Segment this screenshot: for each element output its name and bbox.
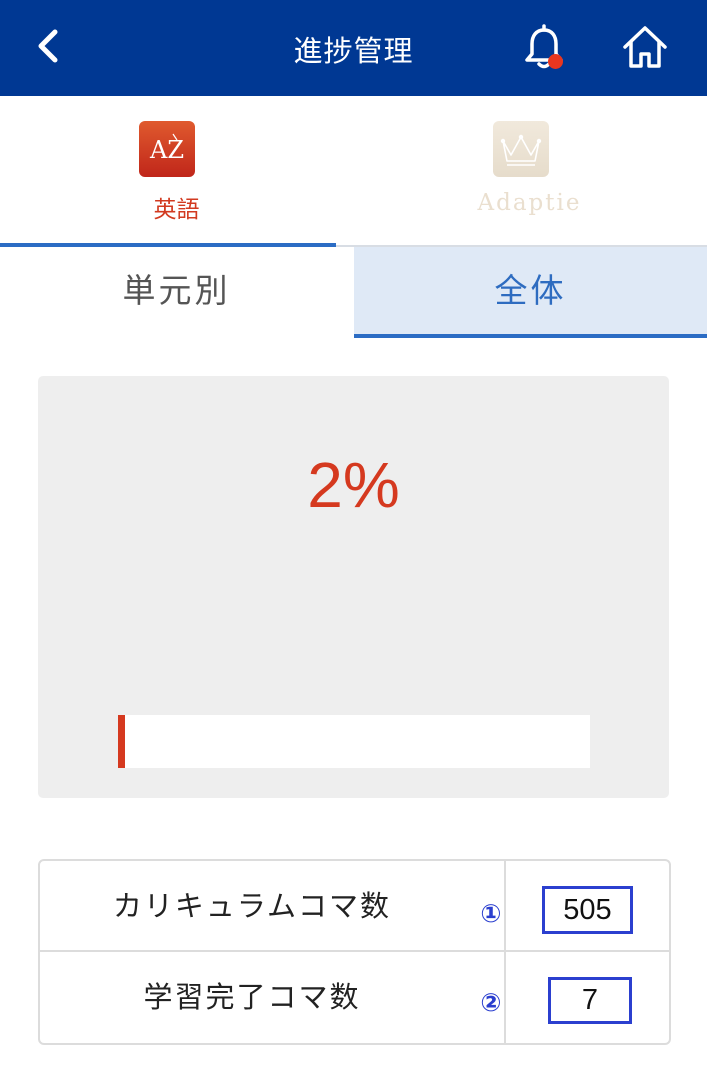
view-tab-indicator [354,334,707,338]
home-icon [623,26,667,68]
stats-table: カリキュラムコマ数 ① 505 学習完了コマ数 ② 7 [38,859,671,1045]
completed-count-value: 7 [548,977,632,1024]
notification-button[interactable] [519,24,569,74]
column-divider [504,861,506,1043]
table-row: カリキュラムコマ数 ① 505 [40,861,669,952]
annotation-marker: ① [480,899,502,928]
home-button[interactable] [620,22,670,72]
notification-badge [548,54,563,69]
bell-icon [525,24,563,69]
crown-icon [493,121,549,177]
table-row: 学習完了コマ数 ② 7 [40,952,669,1042]
back-button[interactable] [28,24,72,68]
page-title: 進捗管理 [293,34,414,68]
subject-tabs: AZ 英語 Adaptie [0,96,707,247]
subject-tab-english[interactable]: AZ 英語 [0,96,353,247]
svg-text:AZ: AZ [149,136,184,164]
subject-tab-adaptie[interactable]: Adaptie [353,96,706,247]
tab-by-unit[interactable]: 単元別 [0,247,353,335]
view-tabs: 単元別 全体 [0,247,707,339]
annotation-marker: ② [480,988,502,1017]
progress-bar-fill [118,715,125,768]
progress-card: 2% [38,376,669,798]
progress-bar [118,715,590,768]
subject-label-adaptie: Adaptie [477,190,582,216]
progress-percent: 2% [307,449,400,521]
tab-overall[interactable]: 全体 [354,247,707,335]
chevron-left-icon [38,29,58,63]
az-book-icon: AZ [139,121,195,177]
curriculum-count-label: カリキュラムコマ数 [112,889,392,923]
completed-count-label: 学習完了コマ数 [143,980,361,1014]
header-bar: 進捗管理 [0,0,707,96]
subject-label-english: 英語 [153,197,200,223]
curriculum-count-value: 505 [542,886,633,934]
